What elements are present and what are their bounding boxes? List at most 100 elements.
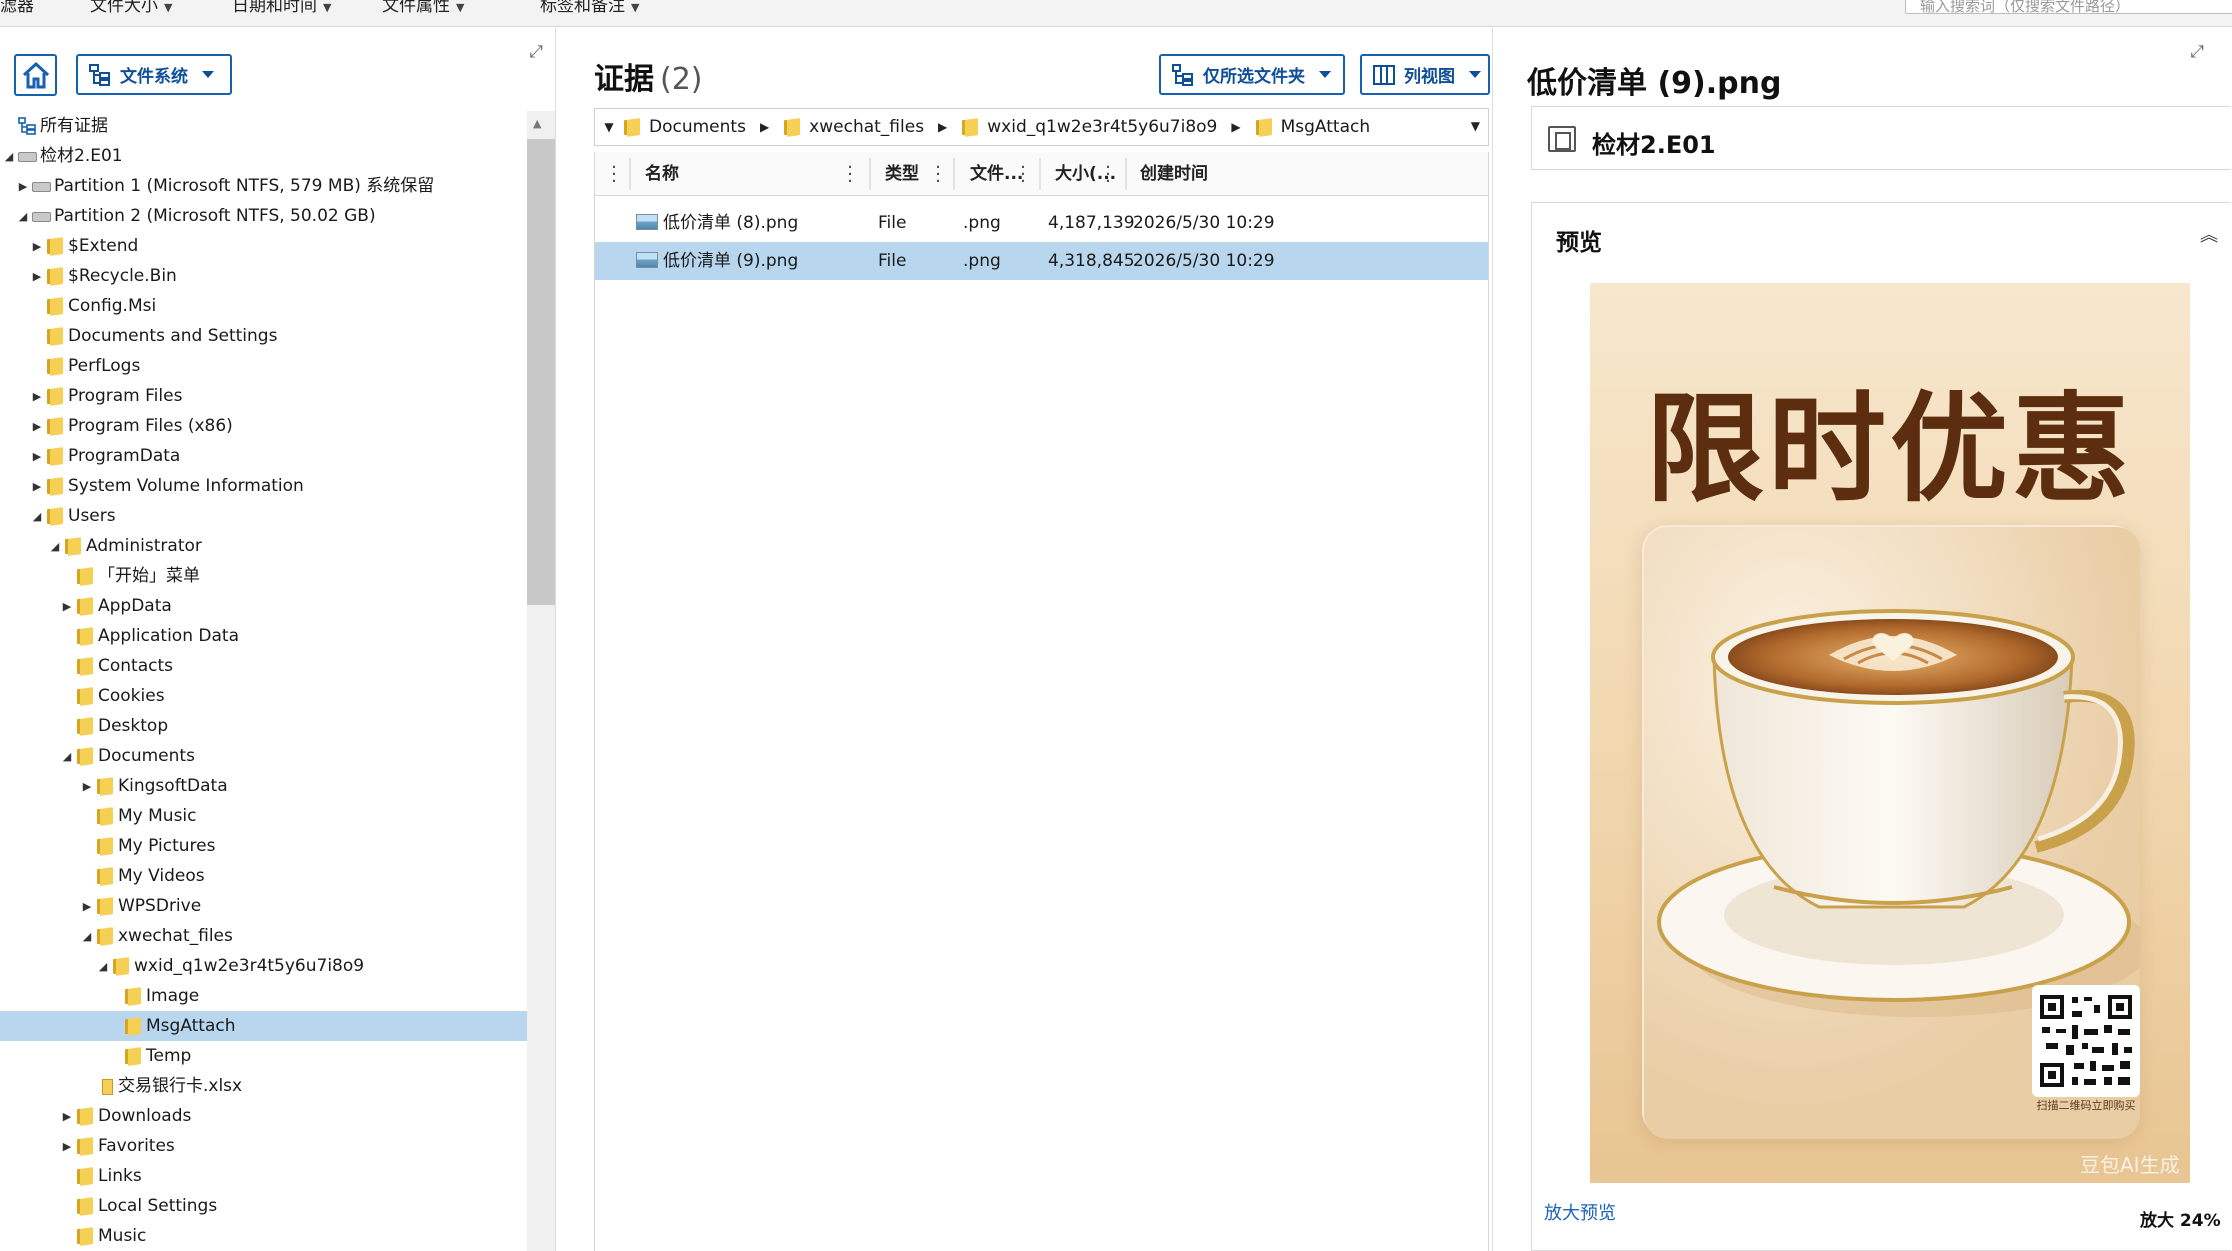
expanded-toggle-icon[interactable]: ◢ bbox=[60, 741, 74, 771]
enlarge-preview-link[interactable]: 放大预览 bbox=[1544, 1199, 1616, 1225]
filter-tab-filters[interactable]: 滤器 bbox=[0, 0, 34, 16]
selected-folder-only-dropdown[interactable]: 仅所选文件夹 bbox=[1159, 54, 1345, 95]
expanded-toggle-icon[interactable]: ◢ bbox=[48, 531, 62, 561]
tree-item[interactable]: Temp bbox=[0, 1041, 527, 1071]
tree-item[interactable]: My Pictures bbox=[0, 831, 527, 861]
collapsed-toggle-icon[interactable]: ▶ bbox=[60, 1131, 74, 1161]
tree-item[interactable]: Contacts bbox=[0, 651, 527, 681]
tree-item[interactable]: Desktop bbox=[0, 711, 527, 741]
breadcrumb-separator-icon[interactable]: ▶ bbox=[760, 120, 769, 134]
table-row[interactable]: 低价清单 (9).png File .png 4,318,845 2026/5/30 1… bbox=[595, 242, 1488, 280]
tree-item[interactable]: ◢ wxid_q1w2e3r4t5y6u7i8o9 bbox=[0, 951, 527, 981]
collapsed-toggle-icon[interactable]: ▶ bbox=[30, 231, 44, 261]
tree-item[interactable]: ▶ Program Files bbox=[0, 381, 527, 411]
search-input[interactable]: 输入搜索词（仅搜索文件路径） bbox=[1905, 0, 2232, 14]
tree-item[interactable]: PerfLogs bbox=[0, 351, 527, 381]
qr-code[interactable] bbox=[2032, 985, 2140, 1097]
breadcrumb-item[interactable]: Documents ▶ bbox=[623, 117, 769, 137]
tree-item[interactable]: 交易银行卡.xlsx bbox=[0, 1071, 527, 1101]
filesystem-view-dropdown[interactable]: 文件系统 bbox=[76, 54, 232, 95]
table-row[interactable]: 低价清单 (8).png File .png 4,187,139 2026/5/30 1… bbox=[595, 204, 1488, 242]
tree-item[interactable]: 所有证据 bbox=[0, 111, 527, 141]
column-divider[interactable] bbox=[1039, 158, 1041, 190]
tree-item[interactable]: ◢ Documents bbox=[0, 741, 527, 771]
expanded-toggle-icon[interactable]: ◢ bbox=[16, 201, 30, 231]
tree-item[interactable]: My Music bbox=[0, 801, 527, 831]
tree-item[interactable]: ▶ KingsoftData bbox=[0, 771, 527, 801]
tree-item[interactable]: 「开始」菜单 bbox=[0, 561, 527, 591]
collapsed-toggle-icon[interactable]: ▶ bbox=[80, 891, 94, 921]
tree-item[interactable]: ◢ 检材2.E01 bbox=[0, 141, 527, 171]
column-menu-icon[interactable]: · · · bbox=[935, 159, 941, 191]
column-view-dropdown[interactable]: 列视图 bbox=[1360, 54, 1490, 95]
pin-icon[interactable]: ⤢ bbox=[2187, 42, 2207, 62]
column-divider[interactable] bbox=[629, 158, 631, 190]
column-header[interactable]: 类型 bbox=[885, 152, 919, 196]
tree-item[interactable]: ▶ $Recycle.Bin bbox=[0, 261, 527, 291]
collapsed-toggle-icon[interactable]: ▶ bbox=[16, 171, 30, 201]
breadcrumb-separator-icon[interactable]: ▶ bbox=[938, 120, 947, 134]
tree-item[interactable]: ▶ Program Files (x86) bbox=[0, 411, 527, 441]
home-button[interactable] bbox=[14, 54, 57, 96]
tree-item[interactable]: ▶ AppData bbox=[0, 591, 527, 621]
column-header[interactable]: 文件... bbox=[970, 152, 1023, 196]
tree-item[interactable]: MsgAttach bbox=[0, 1011, 527, 1041]
tree-item[interactable]: ▶ Favorites bbox=[0, 1131, 527, 1161]
tree-item[interactable]: ▶ WPSDrive bbox=[0, 891, 527, 921]
tree-item[interactable]: Music bbox=[0, 1221, 527, 1251]
column-divider[interactable] bbox=[869, 158, 871, 190]
tree-item[interactable]: ▶ System Volume Information bbox=[0, 471, 527, 501]
filter-tab-date[interactable]: 日期和时间 ▼ bbox=[232, 0, 331, 16]
tree-item[interactable]: ▶ ProgramData bbox=[0, 441, 527, 471]
tree-item[interactable]: Links bbox=[0, 1161, 527, 1191]
expanded-toggle-icon[interactable]: ◢ bbox=[96, 951, 110, 981]
column-header[interactable]: 创建时间 bbox=[1140, 152, 1208, 196]
tree-item[interactable]: ▶ Partition 1 (Microsoft NTFS, 579 MB) 系统… bbox=[0, 171, 527, 201]
tree-item[interactable]: ◢ Users bbox=[0, 501, 527, 531]
collapsed-toggle-icon[interactable]: ▶ bbox=[30, 381, 44, 411]
expanded-toggle-icon[interactable]: ◢ bbox=[30, 501, 44, 531]
column-divider[interactable] bbox=[953, 158, 955, 190]
tree-item[interactable]: Documents and Settings bbox=[0, 321, 527, 351]
filter-tab-tags[interactable]: 标签和备注 ▼ bbox=[540, 0, 639, 16]
breadcrumb-separator-icon[interactable]: ▶ bbox=[1231, 120, 1240, 134]
tree-item[interactable]: ▶ Downloads bbox=[0, 1101, 527, 1131]
tree-item[interactable]: Cookies bbox=[0, 681, 527, 711]
tree-item[interactable]: ◢ Partition 2 (Microsoft NTFS, 50.02 GB) bbox=[0, 201, 527, 231]
tree-item[interactable]: My Videos bbox=[0, 861, 527, 891]
collapsed-toggle-icon[interactable]: ▶ bbox=[30, 471, 44, 501]
tree-item[interactable]: ▶ $Extend bbox=[0, 231, 527, 261]
column-menu-icon[interactable]: · · · bbox=[847, 159, 853, 191]
collapse-icon[interactable]: ︽ bbox=[2200, 221, 2218, 247]
breadcrumb-item[interactable]: MsgAttach bbox=[1255, 117, 1370, 137]
column-menu-icon[interactable]: · · · bbox=[1020, 159, 1026, 191]
collapsed-toggle-icon[interactable]: ▶ bbox=[60, 591, 74, 621]
tree-scrollbar[interactable]: ▲ bbox=[527, 111, 555, 1251]
tree-item[interactable]: ◢ Administrator bbox=[0, 531, 527, 561]
tree-item[interactable]: Local Settings bbox=[0, 1191, 527, 1221]
collapsed-toggle-icon[interactable]: ▶ bbox=[60, 1101, 74, 1131]
tree-item[interactable]: ◢ xwechat_files bbox=[0, 921, 527, 951]
collapsed-toggle-icon[interactable]: ▶ bbox=[30, 441, 44, 471]
expanded-toggle-icon[interactable]: ◢ bbox=[2, 141, 16, 171]
column-menu-icon[interactable]: · · · bbox=[1105, 159, 1111, 191]
column-chooser-icon[interactable]: · · · bbox=[611, 159, 617, 191]
collapsed-toggle-icon[interactable]: ▶ bbox=[80, 771, 94, 801]
column-header[interactable]: 名称 bbox=[645, 152, 679, 196]
pin-icon[interactable]: ⤢ bbox=[526, 42, 546, 62]
breadcrumb-item[interactable]: xwechat_files ▶ bbox=[783, 117, 947, 137]
tree-item[interactable]: Image bbox=[0, 981, 527, 1011]
filter-tab-attributes[interactable]: 文件属性 ▼ bbox=[382, 0, 464, 16]
scroll-up-icon[interactable]: ▲ bbox=[533, 117, 541, 130]
scrollbar-thumb[interactable] bbox=[527, 139, 555, 605]
column-divider[interactable] bbox=[1125, 158, 1127, 190]
collapsed-toggle-icon[interactable]: ▶ bbox=[30, 411, 44, 441]
tree-item[interactable]: Config.Msi bbox=[0, 291, 527, 321]
filter-tab-size[interactable]: 文件大小 ▼ bbox=[90, 0, 172, 16]
expanded-toggle-icon[interactable]: ◢ bbox=[80, 921, 94, 951]
breadcrumb-menu-icon[interactable]: ▼ bbox=[595, 120, 623, 134]
tree-item[interactable]: Application Data bbox=[0, 621, 527, 651]
collapsed-toggle-icon[interactable]: ▶ bbox=[30, 261, 44, 291]
breadcrumb-history-icon[interactable]: ▼ bbox=[1471, 119, 1480, 133]
breadcrumb-item[interactable]: wxid_q1w2e3r4t5y6u7i8o9 ▶ bbox=[961, 117, 1241, 137]
